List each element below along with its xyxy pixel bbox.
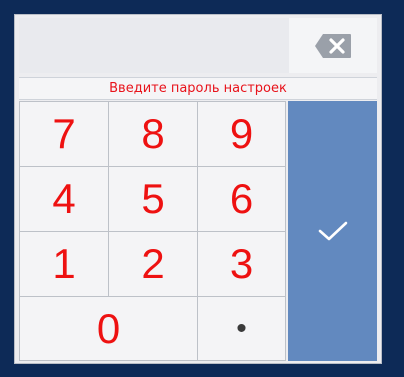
key-7[interactable]: 7 <box>19 101 109 167</box>
password-dialog: Введите пароль настроек 7 8 9 4 5 6 1 2 … <box>14 14 382 364</box>
key-3[interactable]: 3 <box>197 231 286 297</box>
key-2[interactable]: 2 <box>108 231 198 297</box>
key-dot[interactable]: • <box>197 296 286 361</box>
numeric-keypad: 7 8 9 4 5 6 1 2 3 0 • <box>19 101 286 361</box>
key-0[interactable]: 0 <box>19 296 198 361</box>
prompt-bar: Введите пароль настроек <box>19 77 377 100</box>
password-row <box>19 18 377 73</box>
key-8[interactable]: 8 <box>108 101 198 167</box>
backspace-icon <box>315 33 351 58</box>
prompt-label: Введите пароль настроек <box>109 81 287 96</box>
confirm-button[interactable] <box>288 101 377 361</box>
key-9[interactable]: 9 <box>197 101 286 167</box>
key-4[interactable]: 4 <box>19 166 109 232</box>
password-input[interactable] <box>19 18 289 73</box>
key-6[interactable]: 6 <box>197 166 286 232</box>
key-5[interactable]: 5 <box>108 166 198 232</box>
checkmark-icon <box>318 221 347 241</box>
key-1[interactable]: 1 <box>19 231 109 297</box>
backspace-button[interactable] <box>289 18 377 73</box>
